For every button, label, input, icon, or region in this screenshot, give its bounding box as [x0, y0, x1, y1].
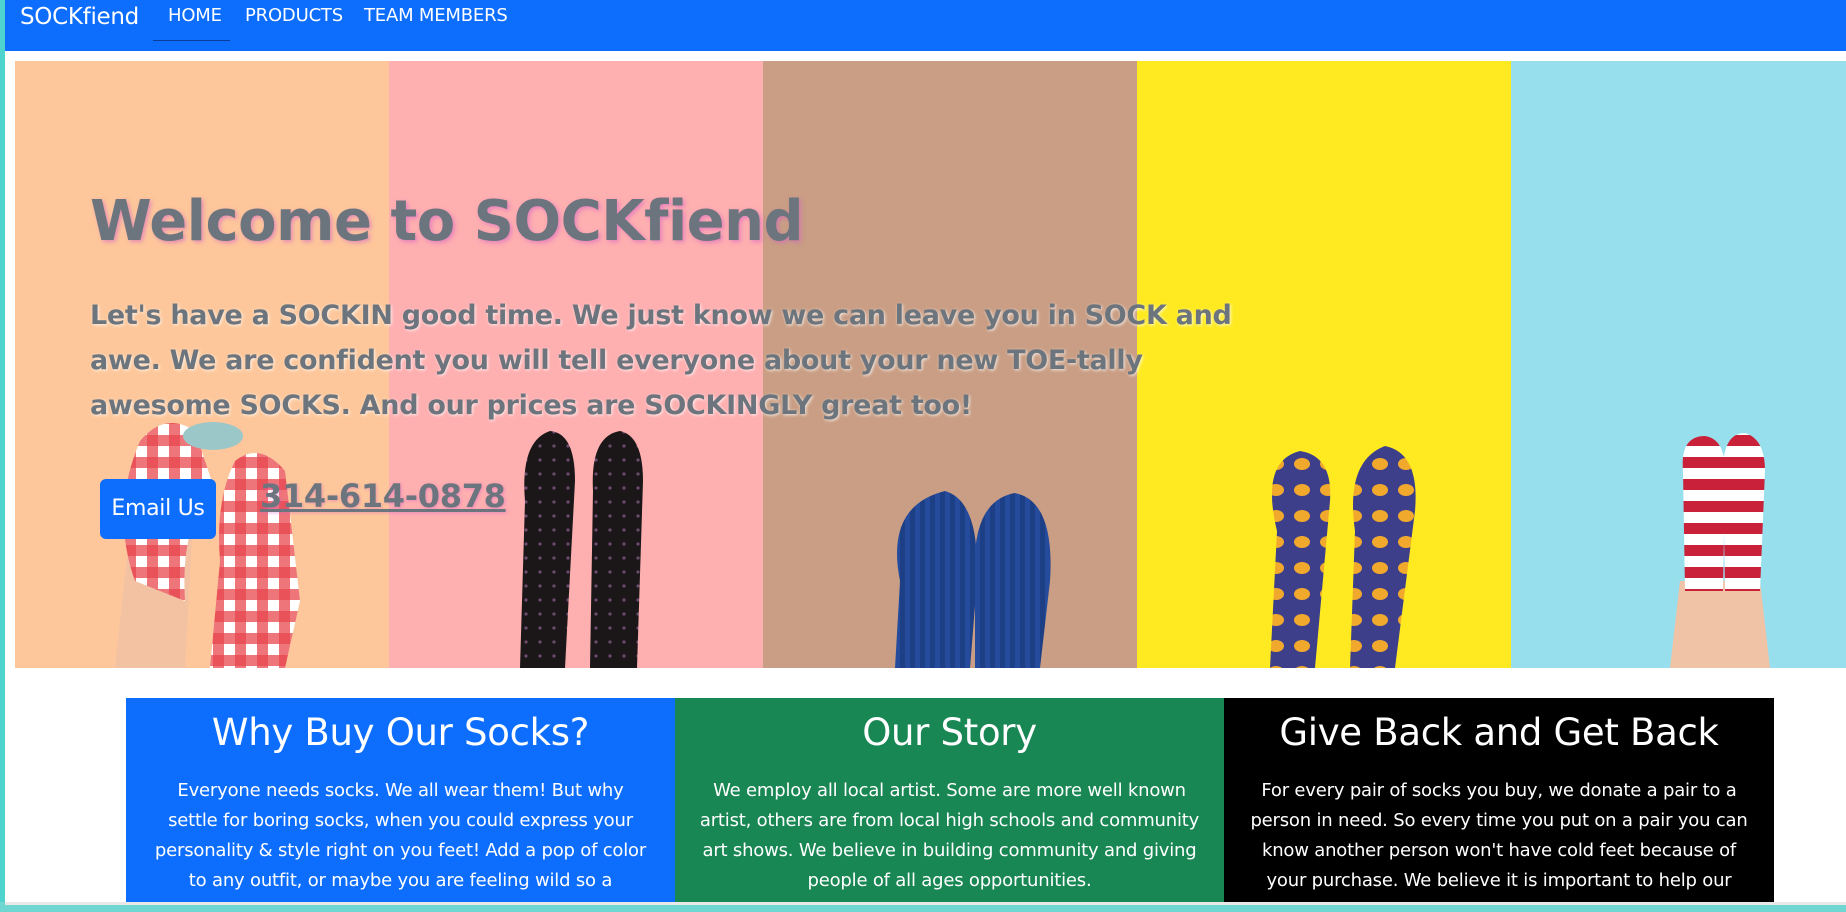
- card-text: Everyone needs socks. We all wear them! …: [154, 780, 647, 891]
- hero-description: Let's have a SOCKIN good time. We just k…: [90, 300, 1232, 421]
- nav-link-home[interactable]: HOME: [168, 6, 222, 26]
- hero-banner: Welcome to SOCKfiend Let's have a SOCKIN…: [15, 61, 1846, 668]
- nav-link-products[interactable]: PRODUCTS: [245, 6, 343, 26]
- card-text: We employ all local artist. Some are mor…: [699, 780, 1200, 891]
- red-striped-socks: [1670, 433, 1770, 668]
- card-text: For every pair of socks you buy, we dona…: [1250, 780, 1748, 891]
- brand-logo[interactable]: SOCKfiend: [20, 4, 139, 30]
- email-us-button[interactable]: Email Us: [100, 479, 216, 539]
- hero-title: Welcome to SOCKfiend: [90, 189, 804, 254]
- active-nav-indicator: [153, 40, 230, 41]
- nav-link-team-members[interactable]: TEAM MEMBERS: [364, 6, 508, 26]
- window-edge: [0, 0, 5, 912]
- card-title: Give Back and Get Back: [1279, 711, 1719, 754]
- card-title: Why Buy Our Socks?: [211, 711, 590, 754]
- card-why-buy: Why Buy Our Socks? Everyone needs socks.…: [126, 698, 675, 902]
- polka-dot-socks: [1270, 446, 1416, 668]
- card-give-back: Give Back and Get Back For every pair of…: [1224, 698, 1774, 902]
- blue-knit-socks: [895, 491, 1051, 668]
- gingham-socks: [115, 422, 300, 668]
- horizontal-scrollbar-track[interactable]: [5, 902, 1846, 905]
- card-title: Our Story: [862, 711, 1037, 754]
- black-dot-socks: [520, 431, 643, 668]
- card-our-story: Our Story We employ all local artist. So…: [675, 698, 1224, 902]
- phone-number-link[interactable]: 314-614-0878: [260, 477, 506, 515]
- navbar: SOCKfiend HOME PRODUCTS TEAM MEMBERS: [5, 0, 1846, 51]
